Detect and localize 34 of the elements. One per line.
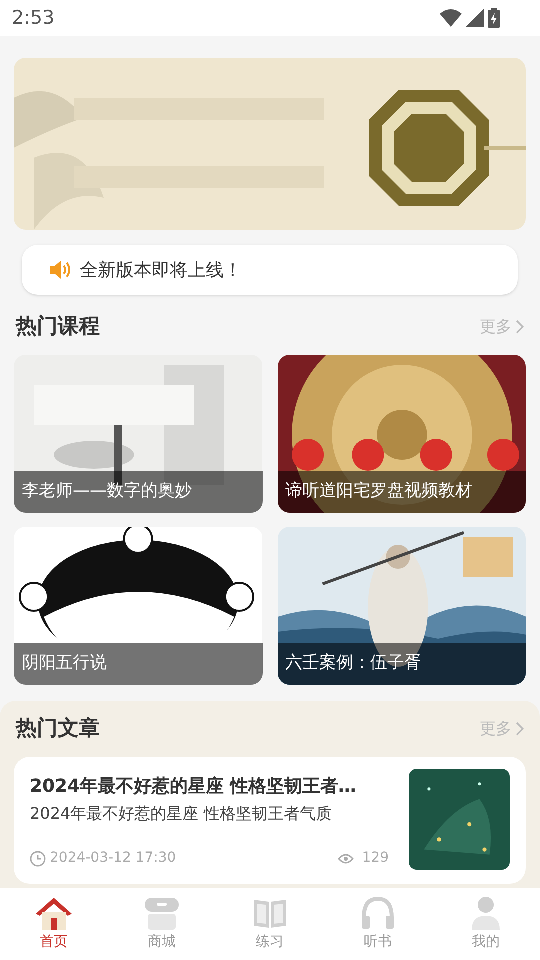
tab-item[interactable]: 商城 (108, 896, 216, 952)
article-time: 2024-03-12 17:30 (50, 849, 176, 868)
article-summary: 2024年最不好惹的星座 性格坚韧王者气质 (30, 803, 333, 825)
course-card[interactable]: 谛听道阳宅罗盘视频教材 (278, 355, 526, 513)
article-title: 2024年最不好惹的星座 性格坚韧王者… (30, 775, 358, 799)
tab-item[interactable]: 练习 (216, 896, 324, 952)
battery-icon (488, 8, 500, 28)
home-icon (34, 896, 74, 930)
clock-icon (30, 850, 46, 866)
speaker-icon (48, 258, 72, 282)
course-title: 六壬案例：伍子胥 (286, 652, 422, 676)
section-title: 热门课程 (16, 313, 100, 340)
section-title: 热门文章 (16, 715, 100, 742)
tab-item[interactable]: 首页 (0, 896, 108, 952)
signal-icon (466, 9, 484, 27)
shop-icon (144, 896, 180, 930)
chevron-icon (516, 320, 524, 334)
chevron-icon (516, 722, 524, 736)
course-title: 李老师——数字的奥妙 (22, 480, 192, 504)
tab-item[interactable]: 听书 (324, 896, 432, 952)
article-card[interactable]: 2024年最不好惹的星座 性格坚韧王者… 2024年最不好惹的星座 性格坚韧王者气质 2024-03-12 17:30 129 (14, 757, 526, 884)
eye-icon (338, 852, 354, 864)
headphones-icon (360, 896, 396, 930)
course-card[interactable]: 李老师——数字的奥妙 (14, 355, 262, 513)
course-card[interactable]: 六壬案例：伍子胥 (278, 527, 526, 685)
notice-bar[interactable]: 全新版本即将上线！ (22, 245, 518, 295)
tab-item[interactable]: 我的 (432, 896, 540, 952)
notice-text: 全新版本即将上线！ (80, 258, 242, 282)
wifi-icon (440, 9, 462, 27)
status-time: 2:53 (12, 6, 55, 31)
view-count: 129 (362, 849, 389, 868)
course-title: 阴阳五行说 (22, 652, 107, 676)
course-card[interactable]: 阴阳五行说 (14, 527, 262, 685)
course-title: 谛听道阳宅罗盘视频教材 (286, 480, 472, 504)
